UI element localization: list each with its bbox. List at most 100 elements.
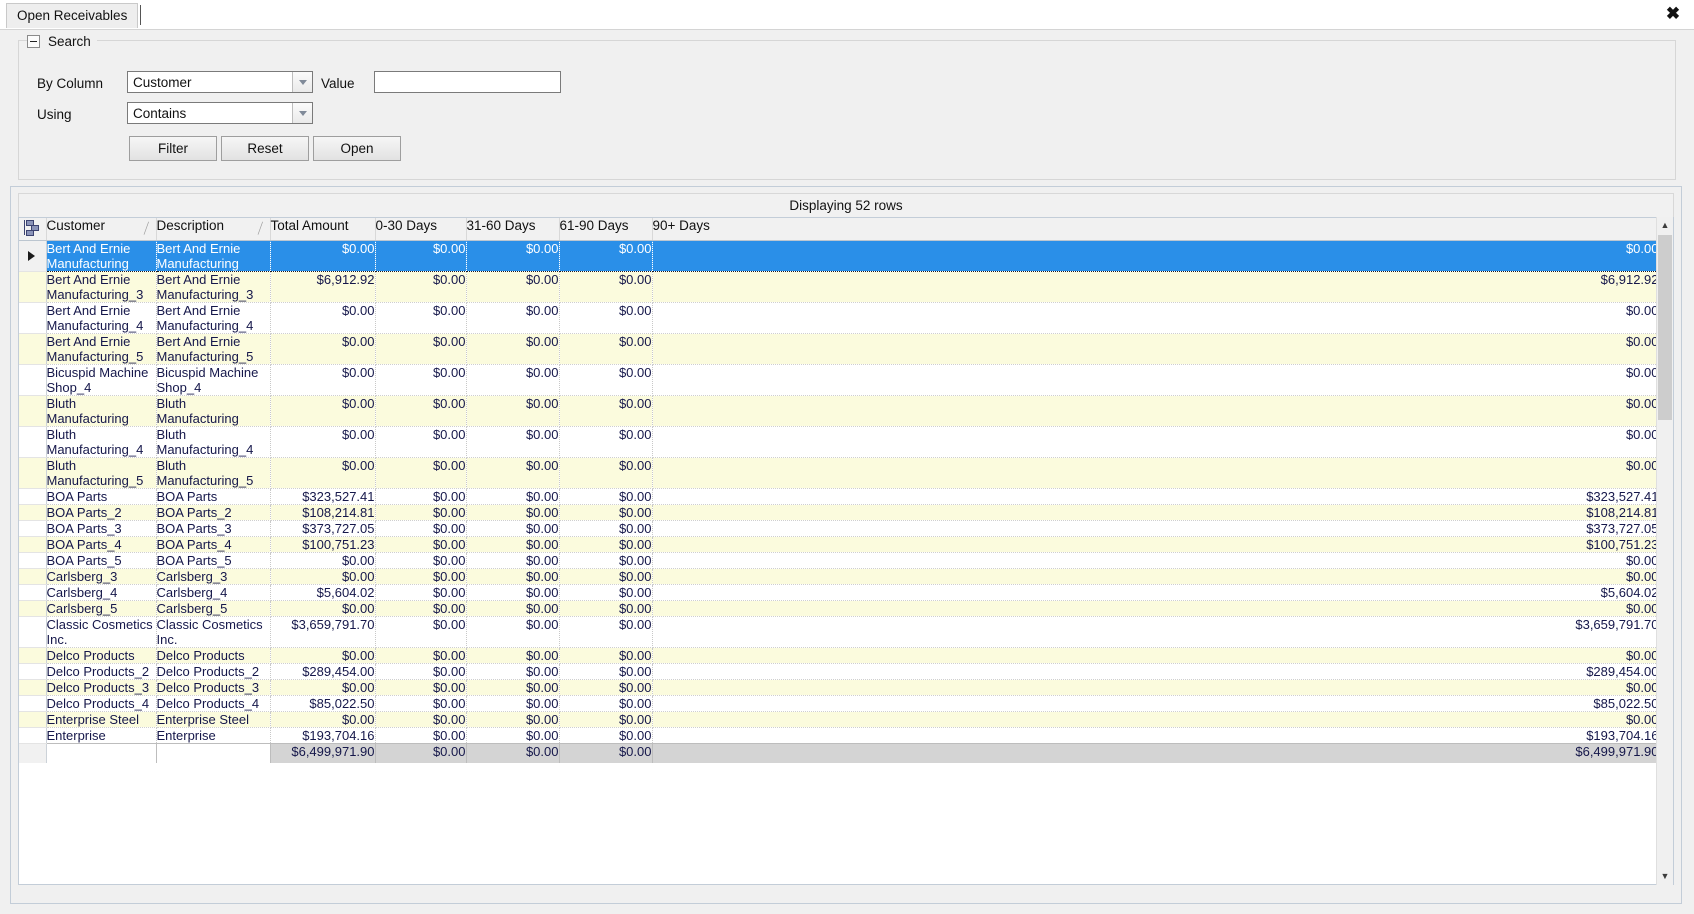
cell-customer[interactable]: Carlsberg_3 [46,568,157,585]
column-header-customer[interactable]: Customer ╱ [46,218,157,241]
cell-d31_60[interactable]: $0.00 [466,488,560,505]
cell-d61_90[interactable]: $0.00 [559,302,653,334]
cell-d0_30[interactable]: $0.00 [375,600,467,617]
row-header-cell[interactable] [19,488,47,505]
reset-button[interactable]: Reset [221,136,309,161]
cell-total[interactable]: $0.00 [270,600,376,617]
cell-d61_90[interactable]: $0.00 [559,395,653,427]
cell-customer[interactable]: Bluth Manufacturing_5 [46,457,157,489]
cell-description[interactable]: BOA Parts_4 [156,536,271,553]
cell-description[interactable]: Bluth Manufacturing_4 [156,426,271,458]
cell-d61_90[interactable]: $0.00 [559,364,653,396]
cell-description[interactable]: Delco Products_4 [156,695,271,712]
cell-customer[interactable]: Bluth Manufacturing [46,395,157,427]
table-row[interactable]: Enterprise Steel Enterprise Steel $0.00 $0.… [19,711,1660,728]
cell-d90p[interactable]: $6,912.92 [652,271,1660,303]
cell-d0_30[interactable]: $0.00 [375,584,467,601]
cell-customer[interactable]: BOA Parts_2 [46,504,157,521]
cell-customer[interactable]: Classic Cosmetics Inc. [46,616,157,648]
column-header-61-90-days[interactable]: 61-90 Days [559,218,653,241]
cell-d0_30[interactable]: $0.00 [375,488,467,505]
cell-d0_30[interactable]: $0.00 [375,271,467,303]
cell-customer[interactable]: Delco Products_3 [46,679,157,696]
using-select[interactable]: Contains [127,102,313,124]
table-row[interactable]: Bert And Ernie Manufacturing_4 Bert And E… [19,302,1660,334]
cell-d90p[interactable]: $5,604.02 [652,584,1660,601]
table-row[interactable]: BOA Parts_5 BOA Parts_5 $0.00 $0.00 $0.00 $0.… [19,552,1660,569]
cell-total[interactable]: $0.00 [270,552,376,569]
table-row[interactable]: Enterprise Enterprise $193,704.16 $0.00 $0.0… [19,727,1660,744]
cell-customer[interactable]: Bert And Ernie Manufacturing_5 [46,333,157,365]
row-header-cell[interactable] [19,302,47,334]
cell-total[interactable]: $100,751.23 [270,536,376,553]
row-header-cell[interactable] [19,457,47,489]
cell-d31_60[interactable]: $0.00 [466,457,560,489]
cell-d90p[interactable]: $0.00 [652,395,1660,427]
cell-total[interactable]: $0.00 [270,711,376,728]
cell-d61_90[interactable]: $0.00 [559,616,653,648]
table-row[interactable]: Delco Products_4 Delco Products_4 $85,022.… [19,695,1660,712]
table-row[interactable]: Bert And Ernie Manufacturing_5 Bert And E… [19,333,1660,365]
cell-description[interactable]: Classic Cosmetics Inc. [156,616,271,648]
cell-d61_90[interactable]: $0.00 [559,536,653,553]
row-header-cell[interactable] [19,333,47,365]
cell-total[interactable]: $0.00 [270,457,376,489]
cell-d31_60[interactable]: $0.00 [466,520,560,537]
cell-d61_90[interactable]: $0.00 [559,663,653,680]
cell-description[interactable]: Delco Products_3 [156,679,271,696]
row-header-cell[interactable] [19,240,47,272]
row-header-cell[interactable] [19,727,47,744]
cell-d0_30[interactable]: $0.00 [375,727,467,744]
cell-customer[interactable]: Delco Products_2 [46,663,157,680]
row-header-cell[interactable] [19,504,47,521]
cell-total[interactable]: $85,022.50 [270,695,376,712]
table-row[interactable]: Carlsberg_3 Carlsberg_3 $0.00 $0.00 $0.00 $0.… [19,568,1660,585]
row-header-cell[interactable] [19,426,47,458]
cell-d0_30[interactable]: $0.00 [375,239,467,272]
cell-customer[interactable]: Bert And Ernie Manufacturing_3 [46,271,157,303]
cell-d31_60[interactable]: $0.00 [466,568,560,585]
cell-description[interactable]: Bicuspid Machine Shop_4 [156,364,271,396]
cell-d31_60[interactable]: $0.00 [466,333,560,365]
cell-description[interactable]: BOA Parts [156,488,271,505]
cell-d0_30[interactable]: $0.00 [375,552,467,569]
close-icon[interactable]: ✖ [1662,3,1684,25]
table-row[interactable]: Bluth Manufacturing Bluth Manufacturing $0… [19,395,1660,427]
cell-d90p[interactable]: $0.00 [652,711,1660,728]
column-header-31-60-days[interactable]: 31-60 Days [466,218,560,241]
cell-d0_30[interactable]: $0.00 [375,520,467,537]
table-row[interactable]: BOA Parts_2 BOA Parts_2 $108,214.81 $0.00 $0… [19,504,1660,521]
cell-d90p[interactable]: $3,659,791.70 [652,616,1660,648]
cell-description[interactable]: Bert And Ernie Manufacturing [156,239,271,272]
cell-total[interactable]: $0.00 [270,364,376,396]
cell-d31_60[interactable]: $0.00 [466,663,560,680]
row-header-cell[interactable] [19,364,47,396]
cell-total[interactable]: $373,727.05 [270,520,376,537]
cell-d31_60[interactable]: $0.00 [466,727,560,744]
cell-description[interactable]: Delco Products [156,647,271,664]
scroll-up-icon[interactable]: ▲ [1657,217,1673,234]
open-button[interactable]: Open [313,136,401,161]
cell-d90p[interactable]: $323,527.41 [652,488,1660,505]
cell-d61_90[interactable]: $0.00 [559,679,653,696]
cell-description[interactable]: BOA Parts_5 [156,552,271,569]
row-header-cell[interactable] [19,568,47,585]
cell-customer[interactable]: BOA Parts_5 [46,552,157,569]
row-header-cell[interactable] [19,552,47,569]
row-header-cell[interactable] [19,395,47,427]
cell-d90p[interactable]: $0.00 [652,426,1660,458]
cell-customer[interactable]: Carlsberg_5 [46,600,157,617]
scroll-thumb[interactable] [1658,235,1672,420]
cell-total[interactable]: $0.00 [270,333,376,365]
cell-description[interactable]: Bert And Ernie Manufacturing_3 [156,271,271,303]
cell-d61_90[interactable]: $0.00 [559,727,653,744]
cell-total[interactable]: $0.00 [270,395,376,427]
cell-customer[interactable]: Bicuspid Machine Shop_4 [46,364,157,396]
table-row[interactable]: Carlsberg_4 Carlsberg_4 $5,604.02 $0.00 $0.0… [19,584,1660,601]
cell-d31_60[interactable]: $0.00 [466,711,560,728]
cell-d31_60[interactable]: $0.00 [466,364,560,396]
cell-customer[interactable]: Bert And Ernie Manufacturing_4 [46,302,157,334]
table-row[interactable]: Bert And Ernie Manufacturing_3 Bert And E… [19,271,1660,303]
cell-d61_90[interactable]: $0.00 [559,520,653,537]
cell-customer[interactable]: Delco Products_4 [46,695,157,712]
